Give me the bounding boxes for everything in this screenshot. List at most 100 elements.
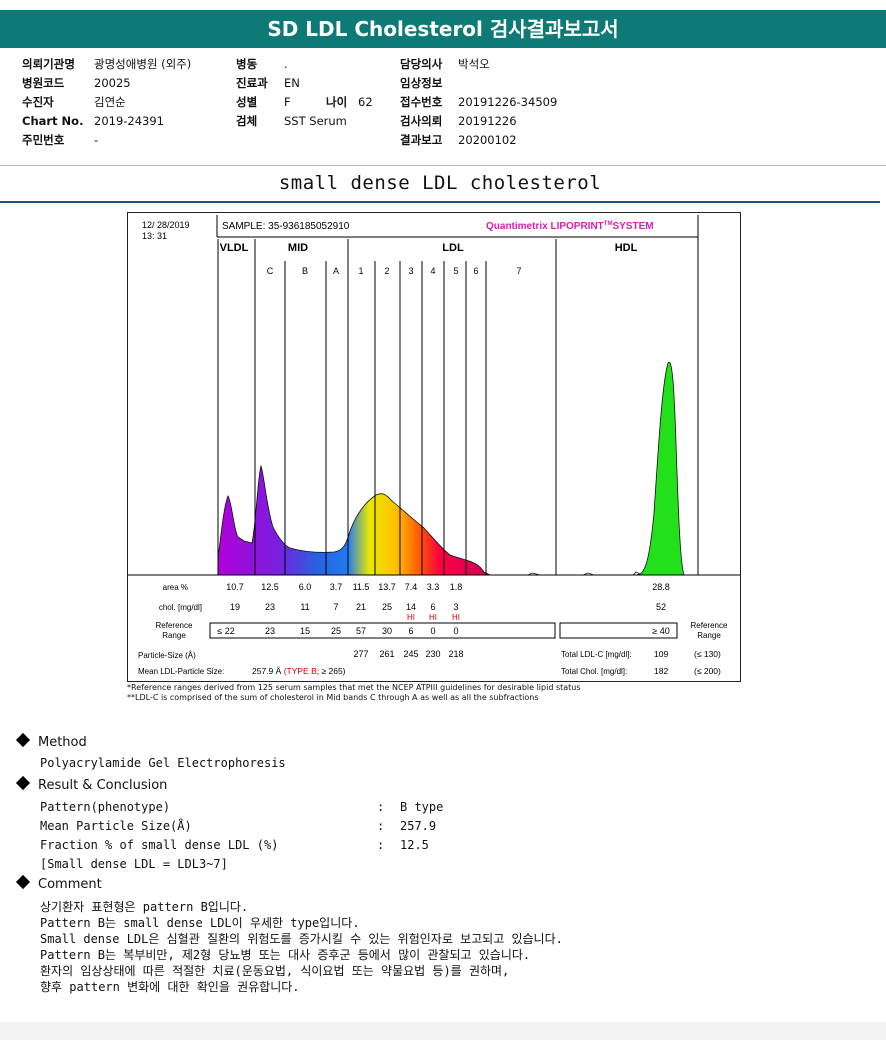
particle-2: 261 (379, 649, 394, 659)
result-sep: : (377, 819, 385, 833)
method-title: Method (38, 735, 87, 750)
hi-flag-4: HI (429, 613, 437, 622)
ref-4: 0 (430, 626, 435, 636)
report-title: SD LDL Cholesterol 검사결과보고서 (0, 10, 886, 48)
area-2: 13.7 (378, 582, 396, 592)
chol-1: 21 (356, 602, 366, 612)
band-label-1: 1 (358, 266, 363, 276)
info-value: 20191226-34509 (458, 95, 558, 109)
ref-hdl: ≥ 40 (652, 626, 669, 636)
particle-4: 230 (425, 649, 440, 659)
row-label-particle: Particle-Size (Å) (138, 651, 196, 660)
chart-time: 13: 31 (142, 231, 167, 241)
chol-2: 25 (382, 602, 392, 612)
total-chol-value: 182 (654, 666, 668, 676)
band-label-7: 7 (516, 266, 521, 276)
row-label-area: area % (163, 583, 188, 592)
band-label-5: 5 (453, 266, 458, 276)
info-value: 박석오 (458, 57, 490, 71)
band-label-c: C (267, 266, 274, 276)
hi-flag-5: HI (452, 613, 460, 622)
area-hdl: 28.8 (652, 582, 670, 592)
info-col-1: 의뢰기관명 광명성애병원 (외주) 병원코드 20025 수진자 김연순 Chart … (22, 55, 191, 150)
row-label-chol: chol. [mg/dl] (159, 603, 202, 612)
result-footnote: [Small dense LDL = LDL3~7] (40, 857, 228, 871)
info-label: 검체 (236, 114, 258, 128)
area-c: 12.5 (261, 582, 279, 592)
total-ldl-label: Total LDL-C [mg/dl]: (561, 650, 632, 659)
sample-id: SAMPLE: 35-936185052910 (222, 221, 350, 232)
ref-3: 6 (408, 626, 413, 636)
right-ref-label2: Range (697, 631, 721, 640)
info-label: 결과보고 (400, 133, 443, 147)
info-label: 주민번호 (22, 133, 65, 147)
lipoprint-svg: 12/ 28/2019 13: 31 SAMPLE: 35-9361850529… (128, 215, 740, 676)
info-value: 20200102 (458, 133, 517, 147)
note-line: **LDL-C is comprised of the sum of chole… (127, 693, 539, 702)
info-value: 20191226 (458, 114, 517, 128)
area-vldl: 10.7 (226, 582, 244, 592)
area-a: 3.7 (330, 582, 343, 592)
info-value: 2019-24391 (94, 114, 164, 128)
area-4: 3.3 (427, 582, 440, 592)
values-table: area % chol. [mg/dl] Reference Range Par… (138, 582, 728, 676)
particle-5: 218 (448, 649, 463, 659)
chol-c: 23 (265, 602, 275, 612)
info-label: 수진자 (22, 95, 54, 109)
comment-heading: Comment (15, 874, 102, 892)
comment-line: Pattern B는 small dense LDL이 우세한 type입니다. (40, 916, 360, 930)
method-heading: Method (15, 732, 87, 750)
particle-1: 277 (353, 649, 368, 659)
result-value: 257.9 (400, 819, 437, 833)
info-label: 의뢰기관명 (22, 57, 75, 71)
mean-type: (TYPE B (284, 666, 317, 676)
band-label-a: A (333, 266, 339, 276)
mean-ref: ; ≥ 265) (317, 666, 346, 676)
mean-size: 257.9 Å (TYPE B; ≥ 265) (252, 666, 346, 676)
comment-line: Small dense LDL은 심혈관 질환의 위험도를 증가시킬 수 있는 … (40, 932, 563, 946)
result-key: Fraction % of small dense LDL (%) (40, 838, 279, 852)
comment-title: Comment (38, 877, 102, 892)
diamond-icon (15, 874, 31, 890)
info-label: 임상정보 (400, 76, 443, 90)
total-chol-label: Total Chol. [mg/dl]: (561, 667, 627, 676)
ref-c: 23 (265, 626, 275, 636)
comment-line: Pattern B는 복부비만, 제2형 당뇨병 또는 대사 증후군 등에서 많… (40, 948, 531, 962)
chol-3: 14 (406, 602, 416, 612)
result-title: Result & Conclusion (38, 778, 168, 793)
total-ldl-value: 109 (654, 649, 668, 659)
particle-3: 245 (403, 649, 418, 659)
brand-sys: SYSTEM (612, 221, 653, 232)
divider (0, 201, 880, 203)
ref-b: 15 (300, 626, 310, 636)
info-value: . (284, 57, 288, 71)
area-5: 1.8 (450, 582, 463, 592)
section-subtitle: small dense LDL cholesterol (278, 172, 602, 194)
lipoprint-chart: 12/ 28/2019 13: 31 SAMPLE: 35-9361850529… (127, 212, 741, 682)
info-value: 20025 (94, 76, 131, 90)
info-label: Chart No. (22, 114, 84, 128)
info-col-2: 병동. 진료과 EN 성별 F 나이 62 검체 SST Serum (236, 55, 373, 131)
area-3: 7.4 (405, 582, 418, 592)
chol-b: 11 (300, 602, 309, 612)
row-label-ref1: Reference (156, 621, 193, 630)
band-label-2: 2 (384, 266, 389, 276)
info-col-3: 담당의사 박석오 임상정보 접수번호 20191226-34509 검사의뢰 2019… (400, 55, 557, 150)
group-ldl: LDL (442, 242, 464, 254)
result-sep: : (377, 838, 385, 852)
band-label-3: 3 (408, 266, 413, 276)
info-value: EN (284, 76, 300, 90)
band-label-4: 4 (430, 266, 435, 276)
info-label: 나이 (326, 95, 348, 109)
hi-flag-3: HI (407, 613, 415, 622)
row-label-mean: Mean LDL-Particle Size: (138, 667, 224, 676)
diamond-icon (15, 775, 31, 791)
info-value: SST Serum (284, 114, 347, 128)
method-text: Polyacrylamide Gel Electrophoresis (40, 756, 286, 770)
row-label-ref2: Range (162, 631, 186, 640)
comment-line: 향후 pattern 변화에 대한 확인을 권유합니다. (40, 980, 300, 994)
ref-5: 0 (453, 626, 458, 636)
total-ldl-ref: (≤ 130) (694, 649, 721, 659)
report-page: SD LDL Cholesterol 검사결과보고서 의뢰기관명 광명성애병원 (… (0, 0, 886, 1022)
chol-4: 6 (430, 602, 435, 612)
